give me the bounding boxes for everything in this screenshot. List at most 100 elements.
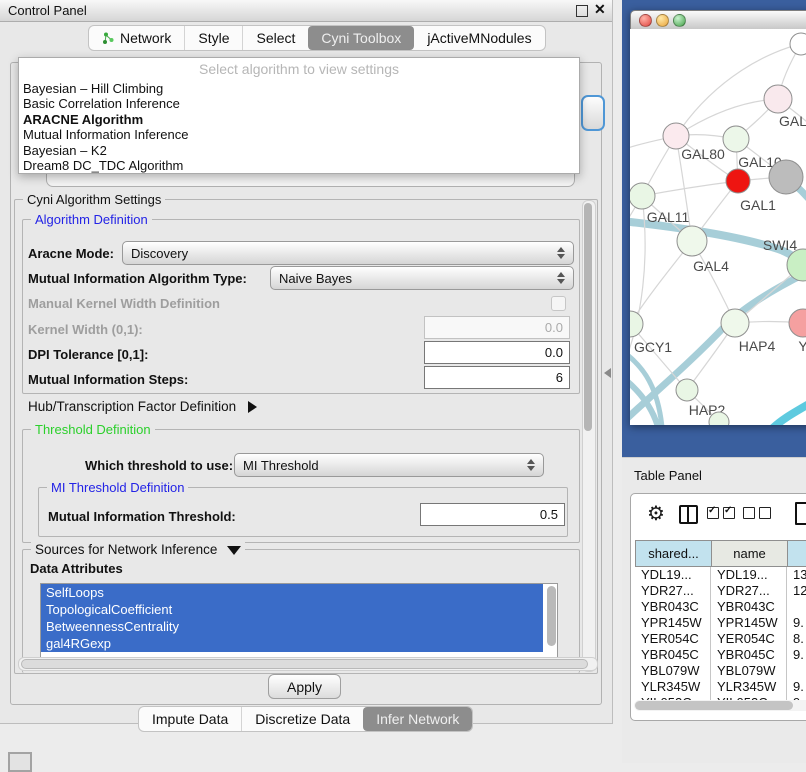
table-cell: YBR043C — [711, 599, 787, 615]
table-row[interactable]: YDR27...YDR27...12 — [635, 583, 806, 599]
table-row[interactable]: YPR145WYPR145W9. — [635, 615, 806, 631]
data-attributes-list[interactable]: SelfLoopsTopologicalCoefficientBetweenne… — [40, 583, 558, 659]
scrollbar-thumb[interactable] — [21, 659, 588, 669]
aracne-mode-label: Aracne Mode: — [28, 246, 114, 261]
tab-cyni-toolbox[interactable]: Cyni Toolbox — [308, 26, 414, 50]
network-icon — [102, 32, 115, 45]
network-node[interactable] — [790, 33, 806, 55]
tab-label: Discretize Data — [255, 711, 350, 727]
list-scrollbar[interactable] — [547, 586, 556, 646]
network-node-gal1[interactable] — [726, 169, 750, 193]
aracne-mode-select[interactable]: Discovery — [122, 241, 574, 265]
table-horizontal-scrollbar[interactable] — [634, 700, 806, 711]
column-header-name[interactable]: name — [712, 541, 788, 566]
dpi-tolerance-value: 0.0 — [545, 345, 563, 360]
network-window-titlebar[interactable] — [630, 10, 806, 30]
network-node-gal10[interactable] — [723, 126, 749, 152]
node-label-gal1: GAL1 — [740, 197, 776, 213]
which-threshold-select[interactable]: MI Threshold — [234, 453, 544, 477]
network-node[interactable] — [769, 160, 803, 194]
deselect-all-icon[interactable] — [743, 507, 771, 519]
column-header-a[interactable]: A — [788, 541, 806, 566]
tab-jactivemnodules[interactable]: jActiveMNodules — [414, 26, 544, 50]
network-node-gal4[interactable] — [677, 226, 707, 256]
network-edge[interactable] — [630, 377, 658, 425]
tab-impute-data[interactable]: Impute Data — [139, 707, 241, 731]
control-panel-window: Control Panel ✕ NetworkStyleSelectCyni T… — [0, 0, 613, 724]
splitter-collapse-arrow[interactable] — [604, 368, 611, 378]
tab-infer-network[interactable]: Infer Network — [363, 707, 472, 731]
settings-horizontal-scrollbar[interactable] — [18, 657, 598, 671]
mi-algorithm-type-select[interactable]: Naive Bayes — [270, 266, 574, 290]
close-traffic-light-icon[interactable] — [639, 14, 652, 27]
kernel-width-input[interactable]: 0.0 — [424, 316, 570, 339]
network-node-hap4[interactable] — [721, 309, 749, 337]
settings-vertical-scrollbar[interactable] — [582, 200, 596, 672]
node-table: shared...nameAYDL19...YDL19...13YDR27...… — [635, 540, 806, 711]
focused-combo-button[interactable] — [581, 95, 605, 131]
table-cell: 13 — [787, 567, 806, 583]
algorithm-option[interactable]: Mutual Information Inference — [19, 127, 579, 142]
network-canvas[interactable]: GALGAL80GAL10GAL1GAL11GAL4SWI4GCY1HAP4YH… — [630, 29, 806, 425]
threshold-definition-legend: Threshold Definition — [31, 422, 155, 437]
dpi-tolerance-input[interactable]: 0.0 — [424, 341, 570, 364]
algorithm-dropdown-placeholder: Select algorithm to view settings — [19, 58, 579, 81]
mi-steps-value: 6 — [556, 370, 563, 385]
network-view-window: GALGAL80GAL10GAL1GAL11GAL4SWI4GCY1HAP4YH… — [630, 10, 806, 425]
spinner-arrows-icon — [557, 272, 565, 284]
attribute-list-item[interactable]: TopologicalCoefficient — [41, 601, 543, 618]
tab-discretize-data[interactable]: Discretize Data — [241, 707, 363, 731]
gear-icon[interactable]: ⚙ — [647, 503, 665, 525]
network-edge[interactable] — [642, 181, 738, 196]
attribute-list-item[interactable]: SelfLoops — [41, 584, 543, 601]
float-window-icon[interactable] — [576, 5, 588, 17]
attribute-list-item[interactable]: gal4RGexp — [41, 635, 543, 652]
split-columns-icon[interactable] — [679, 505, 698, 524]
network-node-gal[interactable] — [764, 85, 792, 113]
minimize-traffic-light-icon[interactable] — [656, 14, 669, 27]
algorithm-option[interactable]: Basic Correlation Inference — [19, 96, 579, 111]
hub-definition-label: Hub/Transcription Factor Definition — [28, 399, 236, 414]
tab-style[interactable]: Style — [184, 26, 242, 50]
zoom-traffic-light-icon[interactable] — [673, 14, 686, 27]
algorithm-option[interactable]: ARACNE Algorithm — [19, 112, 579, 127]
table-cell: YBR045C — [711, 647, 787, 663]
algorithm-option[interactable]: Bayesian – Hill Climbing — [19, 81, 579, 96]
close-icon[interactable]: ✕ — [594, 1, 606, 18]
mi-steps-input[interactable]: 6 — [424, 366, 570, 389]
tab-network[interactable]: Network — [89, 26, 184, 50]
control-panel-tabbar: NetworkStyleSelectCyni ToolboxjActiveMNo… — [88, 25, 546, 51]
table-cell: 8. — [787, 631, 806, 647]
corner-panel-button[interactable] — [8, 752, 32, 772]
network-edge[interactable] — [770, 401, 806, 425]
table-row[interactable]: YLR345WYLR345W9. — [635, 679, 806, 695]
algorithm-option[interactable]: Dream8 DC_TDC Algorithm — [19, 158, 579, 173]
mi-threshold-input[interactable]: 0.5 — [420, 503, 565, 526]
attribute-list-item[interactable]: BetweennessCentrality — [41, 618, 543, 635]
sources-legend[interactable]: Sources for Network Inference — [31, 542, 245, 557]
algorithm-option[interactable]: Bayesian – K2 — [19, 143, 579, 158]
manual-kernel-width-checkbox[interactable] — [551, 296, 566, 311]
table-cell: YPR145W — [711, 615, 787, 631]
network-node-gcy1[interactable] — [630, 311, 643, 337]
tab-select[interactable]: Select — [242, 26, 308, 50]
scrollbar-thumb[interactable] — [584, 203, 592, 431]
table-cell: 9. — [787, 679, 806, 695]
network-node-gal11[interactable] — [630, 183, 655, 209]
table-cell: YDL19... — [635, 567, 711, 583]
table-row[interactable]: YBL079WYBL079W — [635, 663, 806, 679]
table-row[interactable]: YDL19...YDL19...13 — [635, 567, 806, 583]
table-row[interactable]: YER054CYER054C8. — [635, 631, 806, 647]
select-all-icon[interactable] — [707, 507, 735, 519]
column-header-shared[interactable]: shared... — [636, 541, 712, 566]
hub-definition-expander[interactable]: Hub/Transcription Factor Definition — [28, 399, 257, 414]
network-node-hap2[interactable] — [676, 379, 698, 401]
apply-button[interactable]: Apply — [268, 674, 341, 699]
document-icon[interactable] — [795, 502, 806, 525]
table-cell: YDR27... — [635, 583, 711, 599]
table-toolbar: ⚙ — [631, 502, 806, 532]
table-row[interactable]: YBR043CYBR043C — [635, 599, 806, 615]
scrollbar-thumb[interactable] — [635, 701, 793, 710]
table-row[interactable]: YBR045CYBR045C9. — [635, 647, 806, 663]
network-node-y[interactable] — [789, 309, 806, 337]
